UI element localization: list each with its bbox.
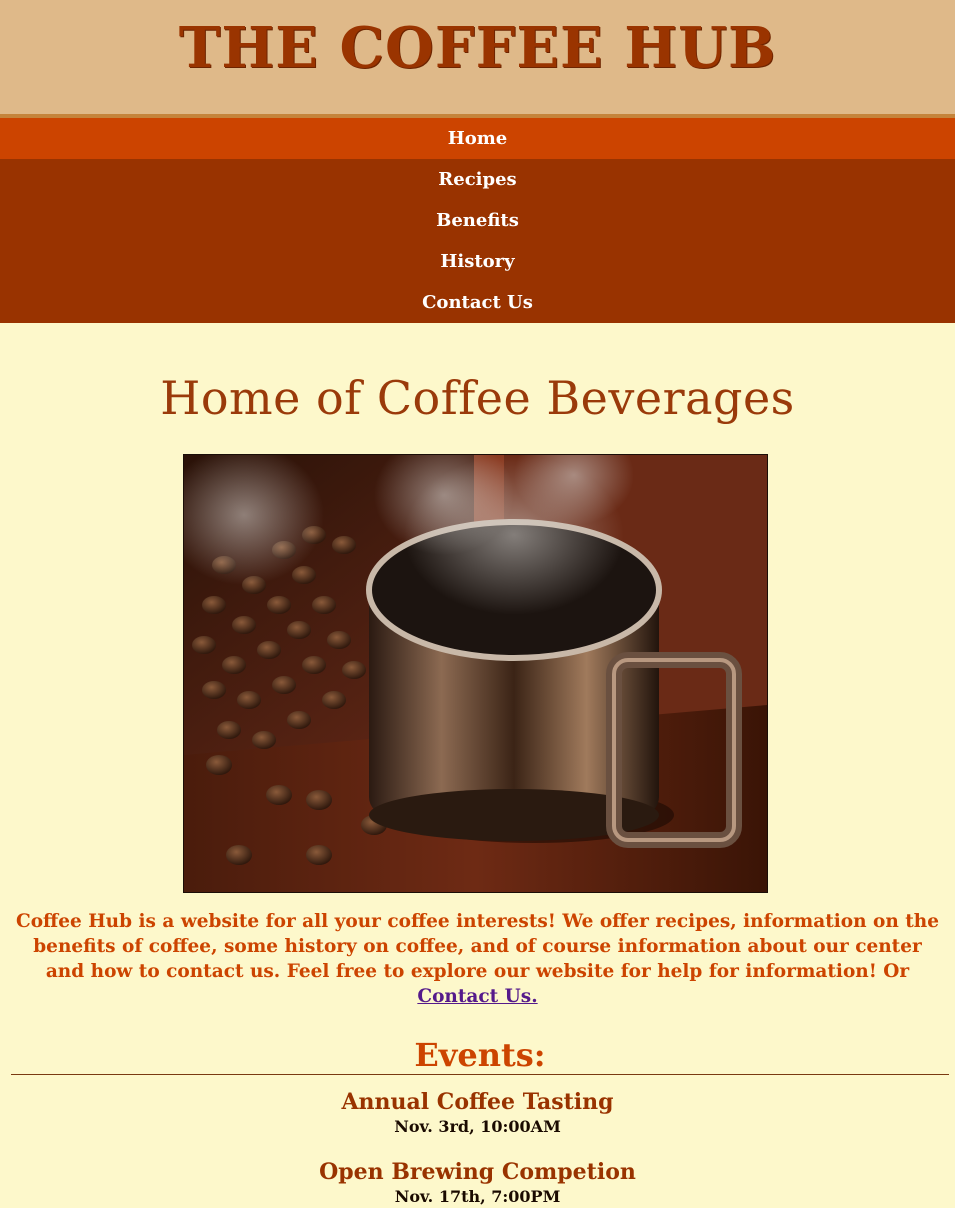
nav-item-benefits[interactable]: Benefits <box>0 200 955 241</box>
page-heading: Home of Coffee Beverages <box>160 371 795 425</box>
nav-item-recipes[interactable]: Recipes <box>0 159 955 200</box>
main-content: Home of Coffee Beverages Coffee Hub is a… <box>0 323 955 1206</box>
site-header: THE COFFEE HUB <box>0 0 955 118</box>
nav-item-history[interactable]: History <box>0 241 955 282</box>
intro-text: Coffee Hub is a website for all your cof… <box>15 911 940 982</box>
contact-us-link[interactable]: Contact Us. <box>417 986 537 1007</box>
events-heading: Events: <box>11 1036 949 1075</box>
hero-image <box>183 454 768 893</box>
intro-paragraph: Coffee Hub is a website for all your cof… <box>12 909 943 1009</box>
event-item: Annual Coffee Tasting Nov. 3rd, 10:00AM <box>0 1088 955 1138</box>
site-title: THE COFFEE HUB <box>178 15 777 81</box>
main-nav: Home Recipes Benefits History Contact Us <box>0 118 955 323</box>
event-date: Nov. 3rd, 10:00AM <box>394 1117 561 1136</box>
nav-item-contact-us[interactable]: Contact Us <box>0 282 955 323</box>
event-item: Open Brewing Competion Nov. 17th, 7:00PM <box>0 1158 955 1208</box>
event-title: Annual Coffee Tasting <box>341 1089 614 1115</box>
nav-item-home[interactable]: Home <box>0 118 955 159</box>
event-date: Nov. 17th, 7:00PM <box>394 1187 561 1206</box>
event-title: Open Brewing Competion <box>319 1159 636 1185</box>
